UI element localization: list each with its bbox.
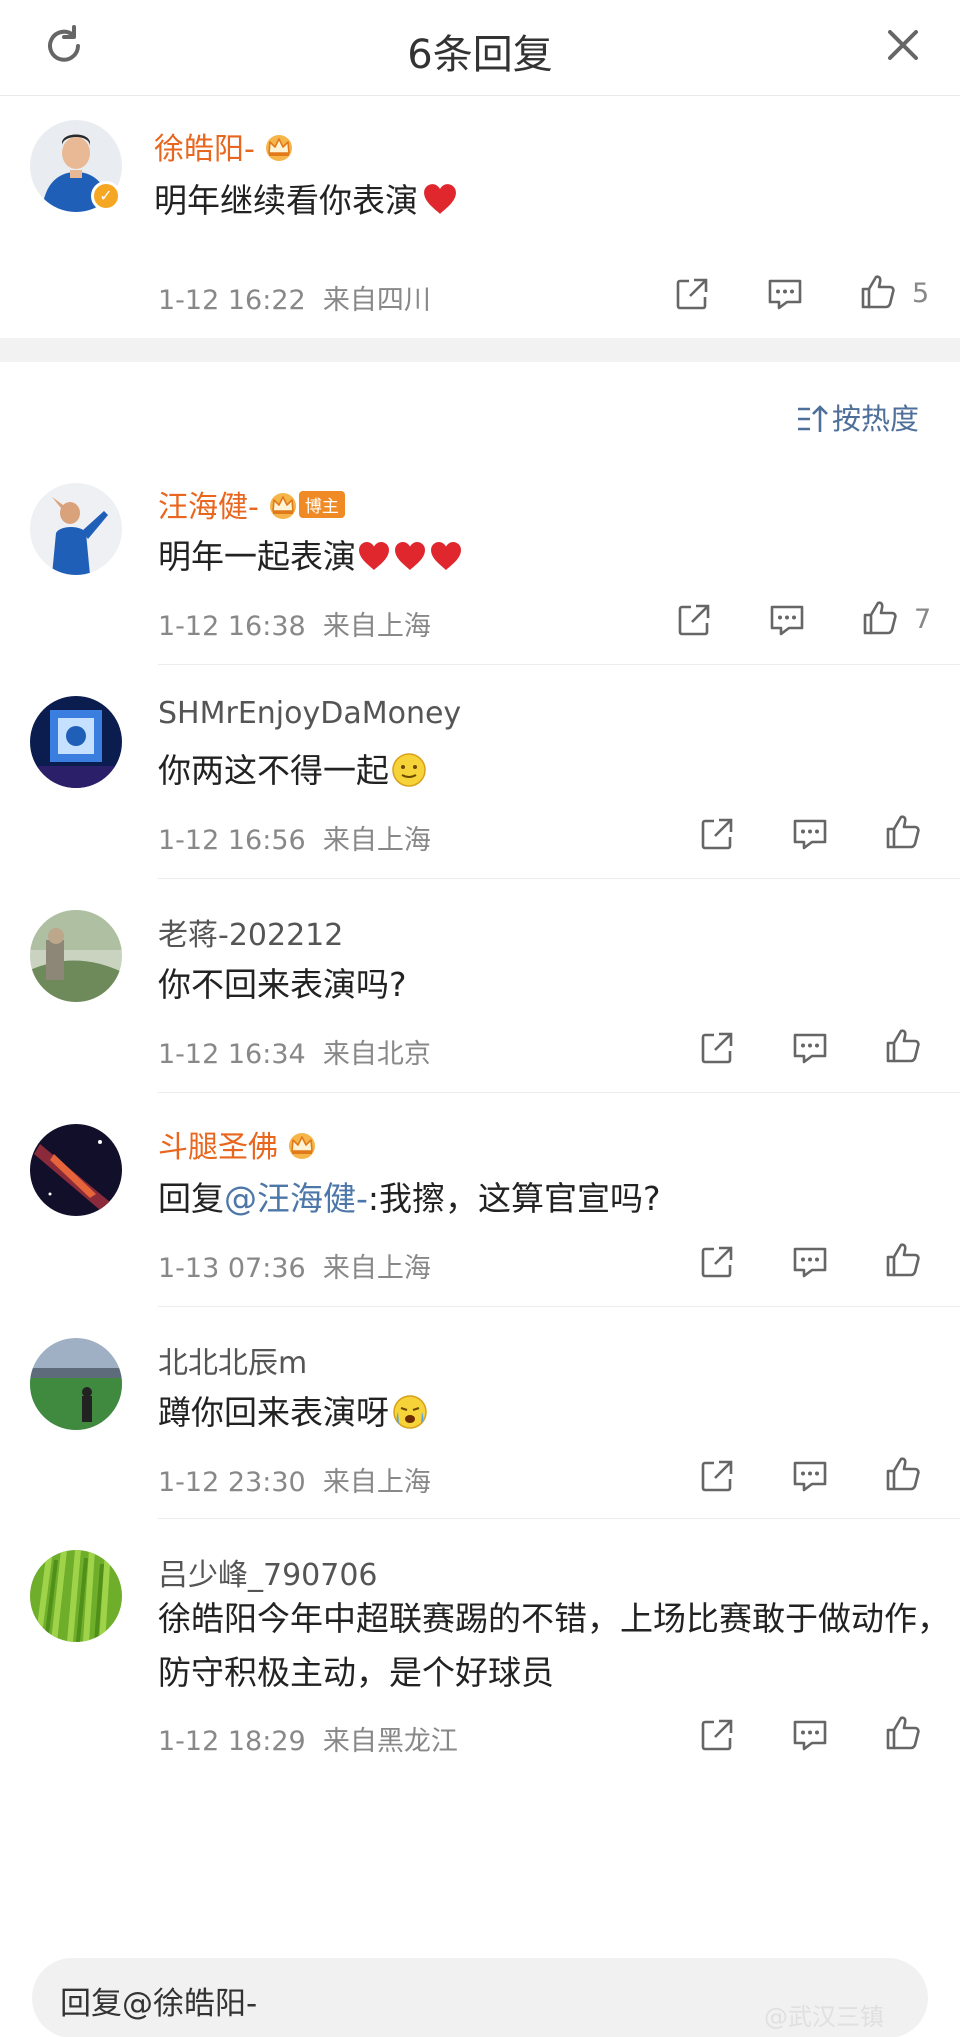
comment-meta: 1-12 18:29 来自黑龙江 xyxy=(158,1726,458,1757)
comment-meta: 1-12 16:34 来自北京 xyxy=(158,1039,431,1070)
comment-meta: 1-12 16:22 来自四川 xyxy=(158,278,431,317)
commenter-name[interactable]: SHMrEnjoyDaMoney xyxy=(158,696,461,731)
share-icon[interactable] xyxy=(697,1456,737,1496)
watermark: @武汉三镇 xyxy=(764,2003,884,2031)
comment-icon[interactable] xyxy=(767,600,807,640)
crown-icon xyxy=(265,489,301,521)
smile-emoji-icon xyxy=(392,753,426,787)
comment-icon[interactable] xyxy=(765,274,805,314)
comment-icon[interactable] xyxy=(790,814,830,854)
commenter-name[interactable]: 老蒋-202212 xyxy=(158,910,343,954)
mention-link[interactable]: @汪海健- xyxy=(224,1179,368,1218)
sort-toggle[interactable]: 按热度 xyxy=(796,396,919,438)
share-icon[interactable] xyxy=(674,600,714,640)
comment-icon[interactable] xyxy=(790,1456,830,1496)
like-icon[interactable] xyxy=(858,272,898,312)
comment-icon[interactable] xyxy=(790,1715,830,1755)
comment-meta: 1-12 16:56 来自上海 xyxy=(158,825,431,856)
divider xyxy=(158,878,960,879)
heart-emoji-icon xyxy=(420,182,460,216)
comment-text: 你不回来表演吗? xyxy=(158,965,407,1004)
close-icon[interactable] xyxy=(878,20,928,70)
comment-icon[interactable] xyxy=(790,1242,830,1282)
crown-icon xyxy=(261,131,297,163)
commenter-name[interactable]: 北北北辰m xyxy=(158,1338,307,1382)
like-icon[interactable] xyxy=(883,1026,923,1066)
commenter-name[interactable]: 吕少峰_790706 xyxy=(158,1550,378,1594)
like-icon[interactable] xyxy=(883,1713,923,1753)
comment-text: 徐皓阳今年中超联赛踢的不错，上场比赛敢于做动作，防守积极主动，是个好球员 xyxy=(158,1599,950,1692)
comment-text: 明年一起表演 xyxy=(158,530,464,578)
crying-emoji-icon xyxy=(393,1395,427,1429)
avatar[interactable] xyxy=(30,696,122,788)
sort-icon xyxy=(798,405,828,432)
avatar[interactable] xyxy=(30,483,122,575)
heart-emoji-icon xyxy=(392,540,428,572)
like-icon[interactable] xyxy=(860,598,900,638)
like-count: 5 xyxy=(912,278,930,309)
reply-input-placeholder: 回复@徐皓阳- xyxy=(60,1986,258,2022)
verified-badge-icon: ✓ xyxy=(91,181,121,211)
comment-text: 你两这不得一起 xyxy=(158,744,427,792)
host-badge: 博主 xyxy=(298,491,345,518)
commenter-name[interactable]: 汪海健- 博主 xyxy=(158,482,345,526)
avatar[interactable] xyxy=(30,1338,122,1430)
like-icon[interactable] xyxy=(883,812,923,852)
like-icon[interactable] xyxy=(883,1454,923,1494)
comment-meta: 1-12 16:38 来自上海 xyxy=(158,611,431,642)
comment-meta: 1-12 23:30 来自上海 xyxy=(158,1467,431,1498)
share-icon[interactable] xyxy=(697,1242,737,1282)
avatar[interactable] xyxy=(30,1550,122,1642)
commenter-name[interactable]: 徐皓阳- xyxy=(154,124,297,168)
avatar[interactable] xyxy=(30,1124,122,1216)
page-title: 6条回复 xyxy=(407,32,553,78)
divider xyxy=(158,664,960,665)
commenter-name[interactable]: 斗腿圣佛 xyxy=(158,1122,320,1166)
comment-text: 蹲你回来表演呀 xyxy=(158,1386,429,1434)
like-icon[interactable] xyxy=(883,1240,923,1280)
like-count: 7 xyxy=(914,604,932,635)
comment-location: 来自四川 xyxy=(322,285,431,316)
avatar[interactable] xyxy=(30,910,122,1002)
comment-meta: 1-13 07:36 来自上海 xyxy=(158,1253,431,1284)
share-icon[interactable] xyxy=(672,274,712,314)
divider xyxy=(158,1092,960,1093)
heart-emoji-icon xyxy=(356,540,392,572)
crown-icon xyxy=(284,1129,320,1161)
divider xyxy=(158,1518,960,1519)
header: 6条回复 xyxy=(0,0,960,96)
share-icon[interactable] xyxy=(697,1715,737,1755)
section-divider xyxy=(0,338,960,362)
heart-emoji-icon xyxy=(428,540,464,572)
comment-time: 1-12 16:22 xyxy=(158,285,306,316)
share-icon[interactable] xyxy=(697,1028,737,1068)
comment-icon[interactable] xyxy=(790,1028,830,1068)
share-icon[interactable] xyxy=(697,814,737,854)
comment-text: 明年继续看你表演 xyxy=(154,174,460,222)
divider xyxy=(158,1306,960,1307)
commenter-name-text: 徐皓阳- xyxy=(154,132,255,167)
comment-text: 回复@汪海健-:我擦，这算官宣吗? xyxy=(158,1179,661,1218)
